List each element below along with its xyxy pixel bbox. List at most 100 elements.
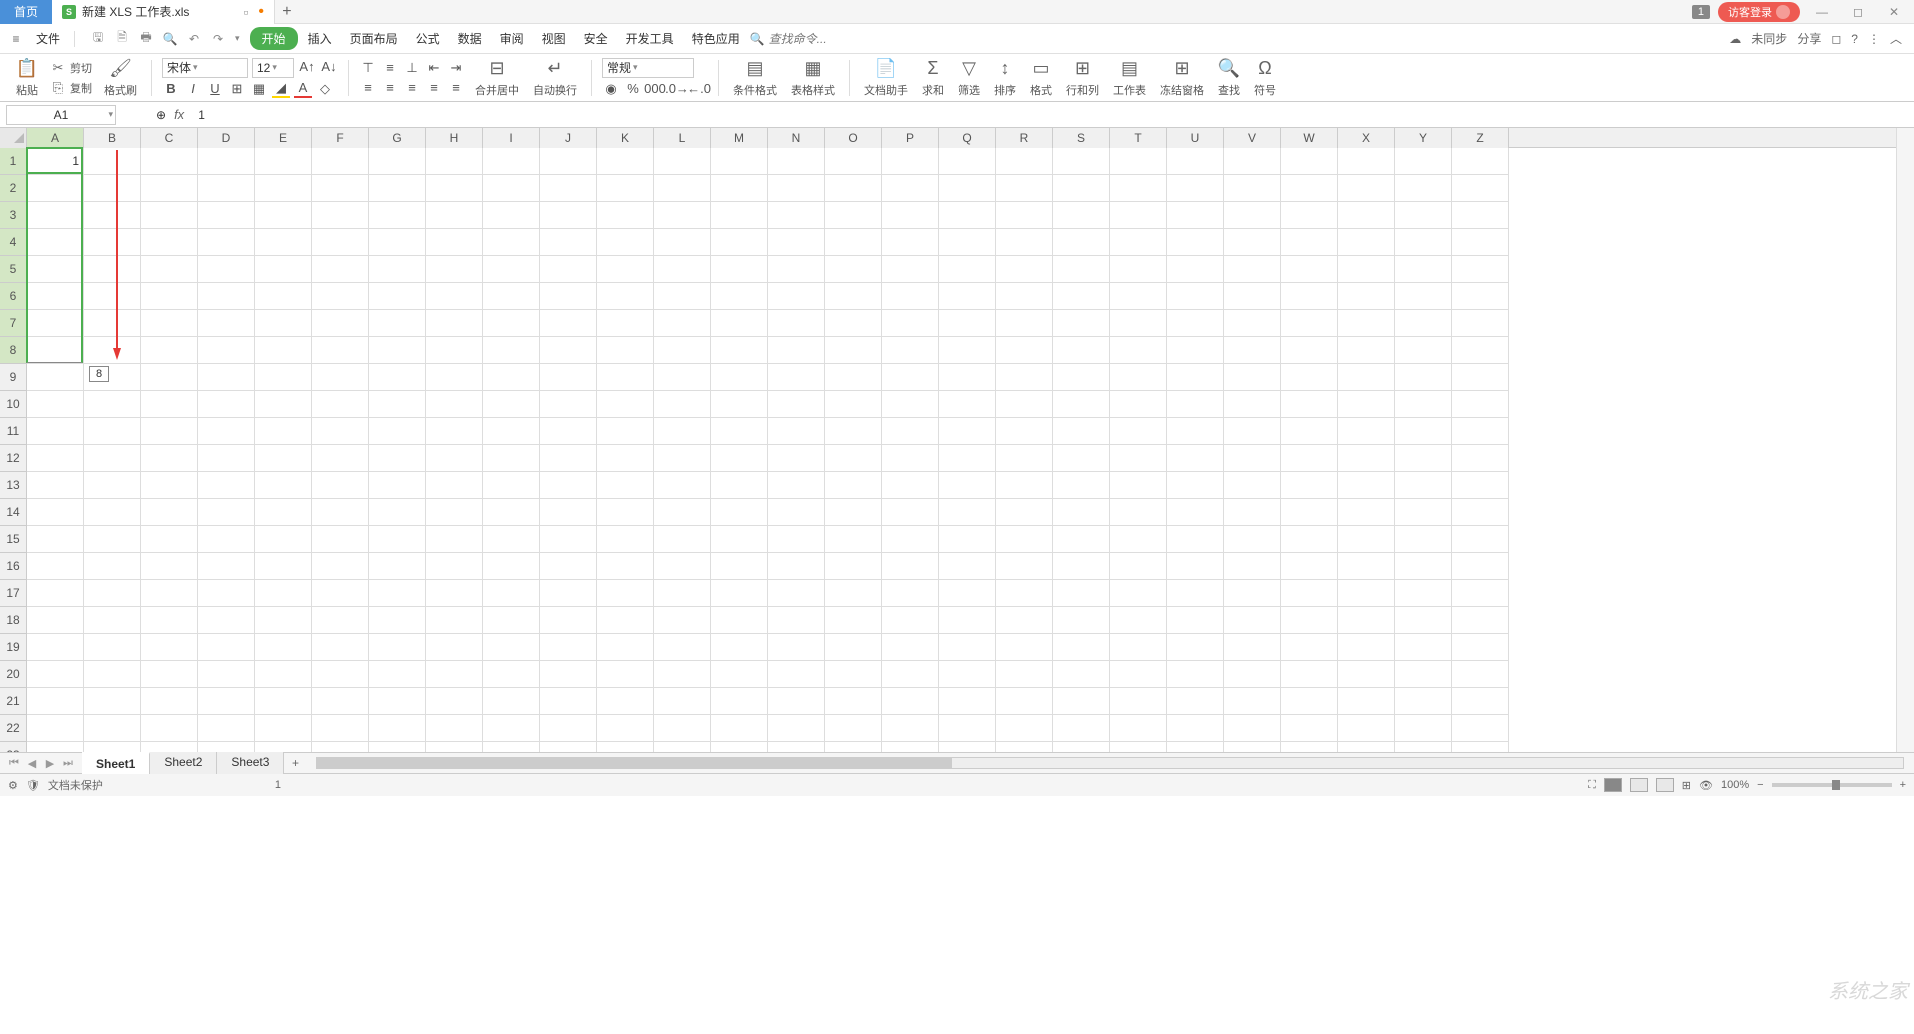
cell[interactable]: [255, 337, 312, 364]
cell[interactable]: [1338, 553, 1395, 580]
cell[interactable]: [1338, 499, 1395, 526]
cell[interactable]: [1281, 148, 1338, 175]
cell[interactable]: [1338, 364, 1395, 391]
cell[interactable]: [1110, 742, 1167, 752]
cell[interactable]: [1395, 715, 1452, 742]
cell[interactable]: [198, 688, 255, 715]
cell[interactable]: [369, 202, 426, 229]
sum-button[interactable]: Σ求和: [918, 56, 948, 100]
cell[interactable]: [939, 580, 996, 607]
cell[interactable]: [996, 526, 1053, 553]
cell[interactable]: [597, 175, 654, 202]
cell[interactable]: [654, 337, 711, 364]
cell[interactable]: [255, 580, 312, 607]
cell[interactable]: [1338, 661, 1395, 688]
notification-badge[interactable]: 1: [1692, 5, 1710, 19]
cell[interactable]: [141, 445, 198, 472]
cell[interactable]: [255, 445, 312, 472]
cell[interactable]: [1395, 580, 1452, 607]
cell[interactable]: [84, 256, 141, 283]
cell[interactable]: [1281, 229, 1338, 256]
print-preview-icon[interactable]: 🔍: [161, 30, 179, 48]
options-icon[interactable]: ◻: [1831, 32, 1841, 46]
cell[interactable]: [1167, 553, 1224, 580]
cell[interactable]: [27, 418, 84, 445]
cell[interactable]: [483, 310, 540, 337]
cell[interactable]: [1224, 472, 1281, 499]
cell[interactable]: [483, 391, 540, 418]
cell[interactable]: [939, 688, 996, 715]
cell[interactable]: [369, 607, 426, 634]
cell[interactable]: [711, 310, 768, 337]
cell[interactable]: [84, 472, 141, 499]
cell[interactable]: [1167, 742, 1224, 752]
cell[interactable]: [1395, 688, 1452, 715]
cell[interactable]: [1110, 715, 1167, 742]
cell[interactable]: [825, 418, 882, 445]
cell[interactable]: [198, 337, 255, 364]
cell[interactable]: [1110, 661, 1167, 688]
cell[interactable]: [882, 472, 939, 499]
cell[interactable]: [1110, 364, 1167, 391]
cell[interactable]: [882, 256, 939, 283]
cell[interactable]: [198, 472, 255, 499]
cell[interactable]: [369, 688, 426, 715]
horizontal-scrollbar[interactable]: [316, 757, 1904, 769]
command-search-input[interactable]: [769, 32, 849, 46]
cell[interactable]: [426, 148, 483, 175]
cell[interactable]: [939, 715, 996, 742]
vertical-scrollbar[interactable]: [1896, 128, 1914, 752]
cell[interactable]: [939, 526, 996, 553]
cell[interactable]: [1167, 310, 1224, 337]
cell[interactable]: [711, 715, 768, 742]
increase-font-icon[interactable]: A↑: [298, 58, 316, 76]
cell[interactable]: [1452, 553, 1509, 580]
cell[interactable]: [540, 634, 597, 661]
cell[interactable]: [1110, 553, 1167, 580]
worksheet-button[interactable]: ▤工作表: [1109, 56, 1150, 100]
cell[interactable]: [1110, 256, 1167, 283]
cell[interactable]: [255, 499, 312, 526]
increase-decimal-icon[interactable]: .0→: [668, 80, 686, 98]
cell[interactable]: [654, 688, 711, 715]
cell[interactable]: [654, 418, 711, 445]
cell[interactable]: [1110, 283, 1167, 310]
cell[interactable]: [27, 499, 84, 526]
align-center-icon[interactable]: ≡: [381, 79, 399, 97]
cell[interactable]: [198, 607, 255, 634]
cell[interactable]: [312, 337, 369, 364]
cell[interactable]: 1: [27, 148, 84, 175]
zoom-value[interactable]: 100%: [1721, 779, 1749, 791]
cell[interactable]: [426, 499, 483, 526]
cell[interactable]: [255, 418, 312, 445]
cell[interactable]: [1224, 526, 1281, 553]
cell[interactable]: [654, 742, 711, 752]
cell[interactable]: [768, 391, 825, 418]
column-header[interactable]: G: [369, 128, 426, 148]
cell[interactable]: [768, 283, 825, 310]
cell[interactable]: [711, 229, 768, 256]
column-header[interactable]: E: [255, 128, 312, 148]
row-header[interactable]: 16: [0, 553, 27, 580]
row-header[interactable]: 4: [0, 229, 27, 256]
tab-data[interactable]: 数据: [450, 27, 490, 50]
cell[interactable]: [84, 310, 141, 337]
font-color-button[interactable]: A: [294, 80, 312, 98]
cell[interactable]: [882, 499, 939, 526]
cell[interactable]: [996, 256, 1053, 283]
cell[interactable]: [1224, 553, 1281, 580]
cell[interactable]: [597, 472, 654, 499]
find-button[interactable]: 🔍查找: [1214, 56, 1244, 100]
cell[interactable]: [1110, 445, 1167, 472]
cell[interactable]: [84, 580, 141, 607]
cell[interactable]: [540, 580, 597, 607]
cell[interactable]: [84, 175, 141, 202]
sheet-tab[interactable]: Sheet1: [82, 752, 150, 774]
cell[interactable]: [1452, 634, 1509, 661]
cell[interactable]: [1281, 391, 1338, 418]
cell[interactable]: [825, 688, 882, 715]
cell[interactable]: [255, 364, 312, 391]
cell[interactable]: [426, 553, 483, 580]
cell[interactable]: [996, 580, 1053, 607]
cell[interactable]: [198, 391, 255, 418]
